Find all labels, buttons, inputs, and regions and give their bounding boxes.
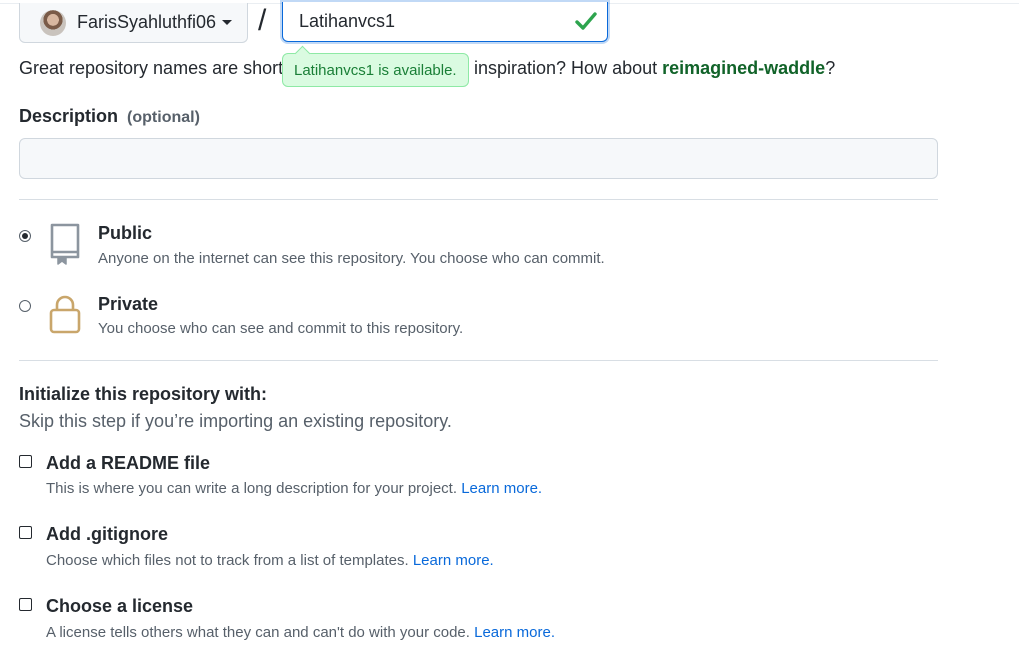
license-description-text: A license tells others what they can and… xyxy=(46,624,470,641)
public-description: Anyone on the internet can see this repo… xyxy=(98,250,605,267)
readme-checkbox[interactable] xyxy=(19,455,32,468)
readme-description-text: This is where you can write a long descr… xyxy=(46,480,458,497)
description-label-text: Description xyxy=(19,106,119,126)
caret-down-icon xyxy=(222,20,233,25)
name-hint-prefix: Great repository names are short and mem… xyxy=(19,58,282,78)
license-description: A license tells others what they can and… xyxy=(46,624,555,641)
gitignore-title: Add .gitignore xyxy=(46,524,168,544)
gitignore-description-text: Choose which files not to track from a l… xyxy=(46,552,409,569)
readme-learn-more-link[interactable]: Learn more. xyxy=(461,480,542,497)
optional-tag: (optional) xyxy=(127,109,200,126)
description-label: Description (optional) xyxy=(19,106,200,127)
private-description: You choose who can see and commit to thi… xyxy=(98,320,464,337)
avatar xyxy=(40,9,66,36)
owner-select-button[interactable]: FarisSyahluthfi06 xyxy=(19,3,248,43)
lock-icon xyxy=(49,295,81,334)
availability-message: Latihanvcs1 is available. xyxy=(294,61,457,79)
availability-tooltip: Latihanvcs1 is available. xyxy=(282,53,469,87)
private-title: Private xyxy=(98,294,159,314)
repo-icon xyxy=(50,223,80,265)
private-radio[interactable] xyxy=(19,300,31,312)
readme-title: Add a README file xyxy=(46,453,211,473)
repository-name-input[interactable] xyxy=(283,2,563,40)
owner-name: FarisSyahluthfi06 xyxy=(77,12,217,32)
check-icon xyxy=(575,12,597,30)
readme-description: This is where you can write a long descr… xyxy=(46,480,542,497)
description-input[interactable] xyxy=(19,138,938,179)
name-hint: inspiration? How about reimagined-waddle… xyxy=(474,58,835,79)
public-title: Public xyxy=(98,223,153,243)
init-subtitle: Skip this step if you’re importing an ex… xyxy=(19,411,452,431)
gitignore-learn-more-link[interactable]: Learn more. xyxy=(413,552,494,569)
license-learn-more-link[interactable]: Learn more. xyxy=(474,624,555,641)
divider xyxy=(19,199,938,200)
license-checkbox[interactable] xyxy=(19,598,32,611)
init-title: Initialize this repository with: xyxy=(19,384,268,404)
path-separator: / xyxy=(258,4,267,37)
repository-name-field[interactable] xyxy=(282,2,608,42)
license-title: Choose a license xyxy=(46,596,194,616)
suggested-name[interactable]: reimagined-waddle xyxy=(662,58,825,78)
hint-suffix: ? xyxy=(825,58,836,78)
hint-middle-text: inspiration? How about xyxy=(474,58,658,78)
divider xyxy=(19,360,938,361)
public-radio[interactable] xyxy=(19,230,31,242)
gitignore-checkbox[interactable] xyxy=(19,526,32,539)
gitignore-description: Choose which files not to track from a l… xyxy=(46,552,494,569)
